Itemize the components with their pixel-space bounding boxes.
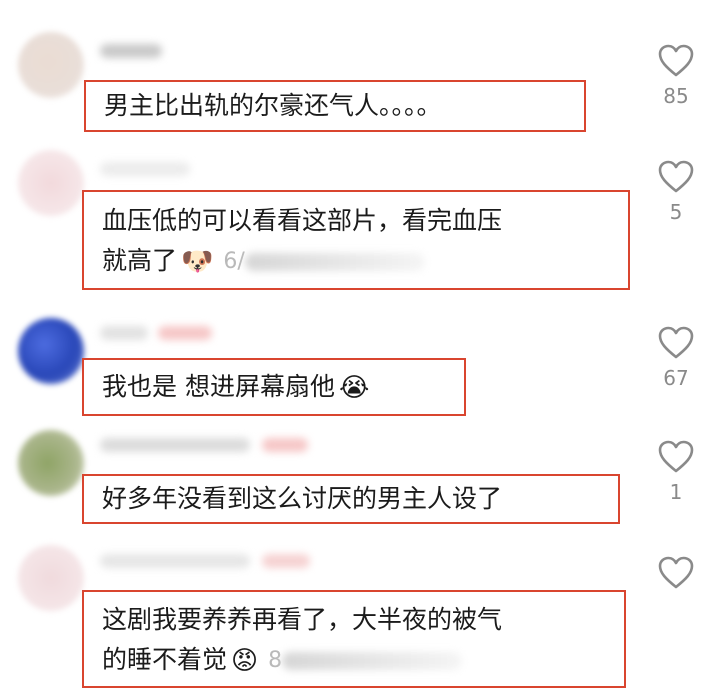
like-count: 1 — [669, 480, 683, 504]
comment-text-line-1: 这剧我要养养再看了，大半夜的被气 — [102, 605, 503, 634]
comment-text-box: 男主比出轨的尔豪还气人。。。。 — [84, 80, 586, 132]
username-blurred — [100, 554, 250, 568]
timestamp-blurred — [244, 253, 425, 271]
dog-emoji-icon: 🐶 — [181, 247, 214, 277]
comment-text-line-1: 血压低的可以看看这部片，看完血压 — [102, 206, 503, 235]
avatar[interactable] — [18, 150, 84, 216]
like-count: 67 — [663, 366, 689, 390]
angry-emoji-icon: 😡 — [231, 646, 259, 676]
comment-text-box: 血压低的可以看看这部片，看完血压 就高了 🐶 6/ — [82, 190, 630, 290]
heart-icon[interactable] — [658, 326, 694, 360]
username-blurred — [100, 438, 250, 452]
badge-blurred — [262, 438, 308, 452]
heart-icon[interactable] — [658, 556, 694, 590]
like-count: 5 — [669, 200, 683, 224]
comment-text-box: 这剧我要养养再看了，大半夜的被气 的睡不着觉 😡 8 — [82, 590, 626, 688]
heart-icon[interactable] — [658, 160, 694, 194]
comment-text-box: 我也是 想进屏幕扇他 😭 — [82, 358, 466, 416]
username-blurred — [100, 326, 148, 340]
comment-text-line-2: 的睡不着觉 — [102, 645, 228, 674]
avatar[interactable] — [18, 545, 84, 611]
timestamp-blurred — [282, 652, 463, 670]
timestamp-partial: 6/ — [223, 249, 245, 274]
badge-blurred — [262, 554, 310, 568]
like-button[interactable]: 5 — [656, 160, 696, 224]
username-blurred — [100, 44, 162, 58]
like-button[interactable] — [656, 556, 696, 596]
heart-icon[interactable] — [658, 44, 694, 78]
comment-text: 我也是 想进屏幕扇他 — [102, 372, 335, 401]
like-button[interactable]: 85 — [656, 44, 696, 108]
comment-text-line-2: 就高了 — [102, 246, 178, 275]
like-button[interactable]: 1 — [656, 440, 696, 504]
comment-list: 男主比出轨的尔豪还气人。。。。 85 血压低的可以看看这部片，看完血压 就高了 🐶… — [0, 0, 719, 696]
heart-icon[interactable] — [658, 440, 694, 474]
like-count: 85 — [663, 84, 689, 108]
username-blurred — [100, 162, 190, 176]
comment-text: 男主比出轨的尔豪还气人。。。。 — [104, 91, 442, 120]
avatar[interactable] — [18, 318, 84, 384]
avatar[interactable] — [18, 430, 84, 496]
crying-emoji-icon: 😭 — [338, 373, 370, 403]
comment-text: 好多年没看到这么讨厌的男主人设了 — [102, 484, 503, 513]
like-button[interactable]: 67 — [656, 326, 696, 390]
comment-text-box: 好多年没看到这么讨厌的男主人设了 — [82, 474, 620, 524]
timestamp-partial: 8 — [268, 648, 283, 673]
avatar[interactable] — [18, 32, 84, 98]
badge-blurred — [158, 326, 212, 340]
